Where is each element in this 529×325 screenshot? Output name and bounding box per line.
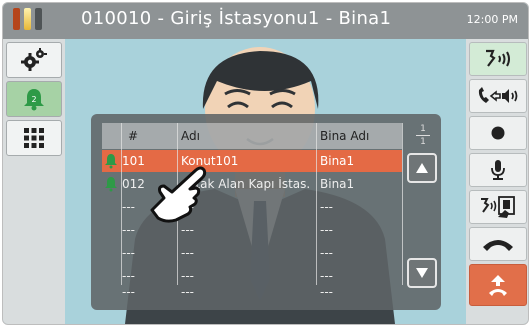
bell-icon: 2	[24, 89, 44, 111]
microphone-button[interactable]	[469, 153, 527, 187]
triangle-up-icon	[416, 163, 428, 173]
column-divider	[402, 123, 403, 285]
row-number: ---	[122, 200, 135, 214]
row-name: ---	[181, 285, 194, 299]
list-item[interactable]: --- --- ---	[102, 284, 402, 300]
listen-button[interactable]	[469, 42, 527, 76]
hangup-icon	[483, 240, 513, 251]
column-divider	[316, 123, 317, 285]
row-number: ---	[122, 246, 135, 260]
row-name: ---	[181, 246, 194, 260]
notification-badge: 2	[31, 95, 36, 104]
row-number: ---	[122, 223, 135, 237]
speaker-wave-icon	[486, 49, 510, 67]
record-icon	[491, 126, 505, 140]
row-building: Bina1	[320, 177, 355, 191]
triangle-down-icon	[416, 268, 428, 278]
row-building: ---	[320, 285, 333, 299]
bell-icon	[105, 154, 117, 169]
tap-hand-icon	[150, 166, 207, 223]
mic-icon	[491, 160, 505, 180]
call-list-panel: # Adı Bina Adı 1 1 101 Konut101 Bina1 01…	[91, 114, 441, 310]
clock: 12:00 PM	[466, 13, 518, 26]
list-item[interactable]: --- --- ---	[102, 242, 402, 264]
row-number: ---	[122, 269, 135, 283]
header-number: #	[128, 129, 139, 143]
status-indicator-dark	[35, 8, 42, 30]
scroll-down-button[interactable]	[407, 258, 437, 288]
bell-icon	[105, 177, 117, 192]
gears-icon	[21, 48, 47, 71]
keypad-button[interactable]	[6, 120, 62, 156]
grid-icon	[24, 128, 44, 148]
hang-up-button[interactable]	[469, 227, 527, 261]
row-name: ---	[181, 269, 194, 283]
right-menu	[466, 39, 528, 324]
row-building: Bina1	[320, 154, 355, 168]
row-name: ---	[181, 223, 194, 237]
transfer-icon	[489, 275, 507, 296]
column-divider	[121, 123, 122, 285]
row-number: 012	[122, 177, 145, 191]
page-total: 1	[420, 137, 426, 147]
header-name: Adı	[181, 129, 200, 143]
record-button[interactable]	[469, 116, 527, 150]
row-building: ---	[320, 246, 333, 260]
page-divider	[416, 135, 430, 136]
list-header: # Adı Bina Adı	[102, 123, 402, 149]
door-release-icon	[481, 196, 515, 218]
settings-button[interactable]	[6, 42, 62, 78]
left-menu: 2	[3, 39, 65, 324]
row-building: ---	[320, 269, 333, 283]
station-title: 010010 - Giriş İstasyonu1 - Bina1	[81, 8, 392, 29]
status-indicator-yellow	[24, 8, 31, 30]
status-indicator-red	[13, 8, 20, 30]
screen-frame: 010010 - Giriş İstasyonu1 - Bina1 12:00 …	[2, 2, 529, 325]
notifications-button[interactable]: 2	[6, 81, 62, 117]
row-number: ---	[122, 285, 135, 299]
page-indicator: 1 1	[412, 124, 434, 147]
phone-speaker-icon	[478, 87, 518, 103]
door-release-button[interactable]	[469, 190, 527, 224]
scroll-up-button[interactable]	[407, 153, 437, 183]
page-current: 1	[420, 124, 426, 134]
row-number: 101	[122, 154, 145, 168]
header-building: Bina Adı	[320, 129, 370, 143]
row-building: ---	[320, 223, 333, 237]
talk-mode-button[interactable]	[469, 79, 527, 113]
transfer-button[interactable]	[469, 264, 527, 306]
row-building: ---	[320, 200, 333, 214]
title-bar: 010010 - Giriş İstasyonu1 - Bina1 12:00 …	[3, 3, 528, 39]
